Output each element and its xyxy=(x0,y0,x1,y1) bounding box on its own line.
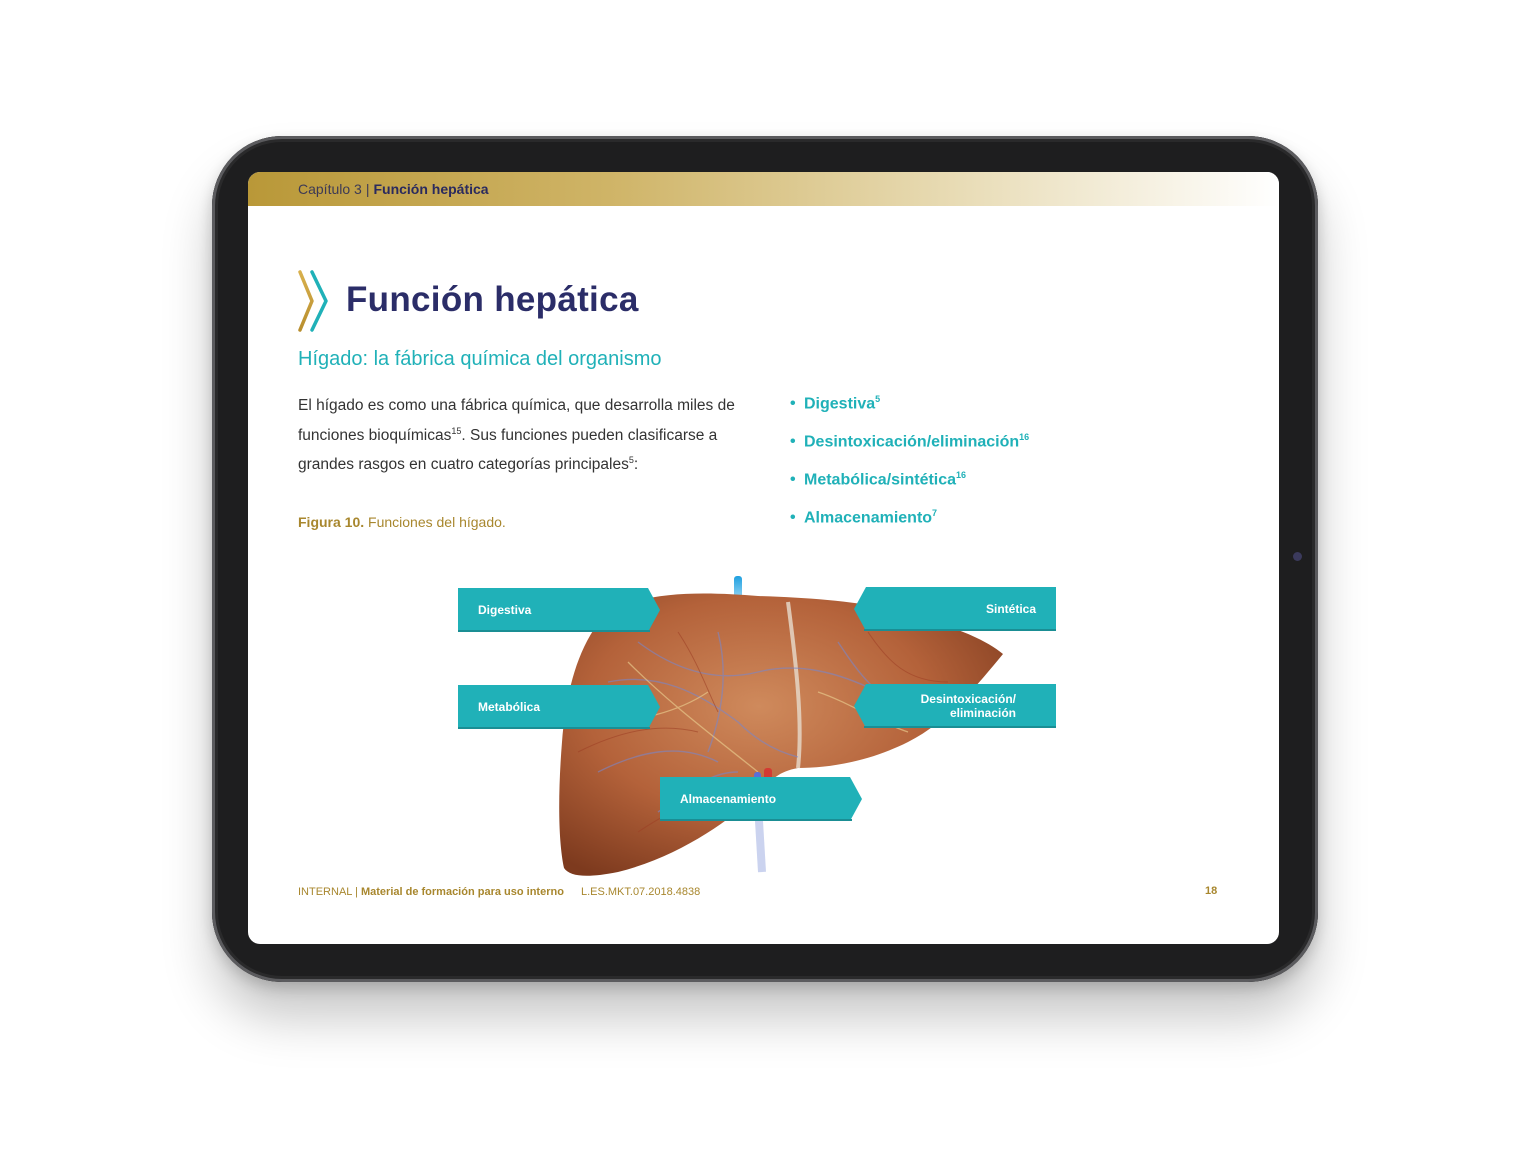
breadcrumb-chapter[interactable]: Capítulo 3 xyxy=(298,181,362,197)
document-page: Capítulo 3 | Función hepática Función hepá… xyxy=(248,172,1279,944)
page-number: 18 xyxy=(1205,885,1218,897)
camera-icon xyxy=(1293,552,1302,561)
breadcrumb-separator: | xyxy=(365,181,370,197)
page-footer: INTERNAL | Material de formación para us… xyxy=(298,886,700,898)
chapter-header-bar: Capítulo 3 | Función hepática xyxy=(248,172,1279,206)
function-list: • Digestiva5 • Desintoxicación/eliminación… xyxy=(790,394,1029,546)
figure-caption-text: Funciones del hígado. xyxy=(368,514,506,530)
reference-15: 15 xyxy=(451,425,462,436)
label-metabolica: Metabólica xyxy=(458,685,660,729)
footer-separator: | xyxy=(355,886,358,898)
label-sintetica: Sintética xyxy=(854,587,1056,631)
list-item: • Metabólica/sintética16 xyxy=(790,470,967,489)
breadcrumb-section[interactable]: Función hepática xyxy=(373,181,488,197)
label-digestiva: Digestiva xyxy=(458,588,660,632)
list-item: • Desintoxicación/eliminación16 xyxy=(790,432,1030,451)
page-title: Función hepática xyxy=(346,280,639,319)
intro-paragraph: El hígado es como una fábrica química, q… xyxy=(298,397,735,474)
footer-material: Material de formación para uso interno xyxy=(360,886,564,898)
list-item: • Almacenamiento7 xyxy=(790,508,938,527)
label-almacenamiento: Almacenamiento xyxy=(660,777,862,821)
label-desintoxicacion: Desintoxicación/eliminación xyxy=(854,684,1056,728)
double-chevron-icon xyxy=(298,270,328,332)
figure-caption-label: Figura 10. xyxy=(298,514,365,530)
page-subtitle: Hígado: la fábrica química del organismo xyxy=(298,348,662,370)
tablet-device: Capítulo 3 | Función hepática Función hepá… xyxy=(212,136,1318,982)
footer-code: L.ES.MKT.07.2018.4838 xyxy=(580,886,701,898)
breadcrumb: Capítulo 3 | Función hepática xyxy=(298,181,489,197)
list-item: • Digestiva5 xyxy=(790,394,881,413)
footer-internal: INTERNAL xyxy=(298,886,352,898)
figure-caption: Figura 10. Funciones del hígado. xyxy=(298,514,506,530)
liver-function-figure: Digestiva Metabólica Almacenamiento Sint… xyxy=(458,572,1058,882)
